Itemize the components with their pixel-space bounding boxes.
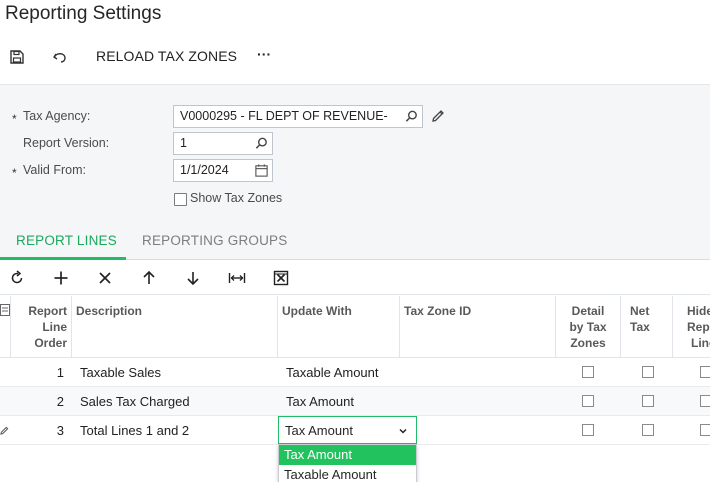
undo-icon[interactable] bbox=[49, 46, 71, 68]
search-icon[interactable] bbox=[404, 109, 419, 124]
report-version-field[interactable]: 1 bbox=[173, 132, 273, 155]
header-text: Line bbox=[691, 336, 710, 350]
header-net-tax[interactable]: Net Tax bbox=[621, 296, 673, 358]
more-menu-button[interactable]: ··· bbox=[257, 46, 271, 62]
update-with-dropdown[interactable]: Tax Amount bbox=[278, 416, 417, 444]
description-cell: Sales Tax Charged bbox=[80, 394, 190, 409]
header-text: Detail bbox=[571, 304, 605, 318]
table-row[interactable]: 1 Taxable Sales Taxable Amount bbox=[0, 358, 710, 387]
tab-reporting-groups[interactable]: REPORTING GROUPS bbox=[142, 233, 287, 248]
file-icon bbox=[0, 304, 10, 316]
grid-toolbar bbox=[0, 261, 710, 295]
delete-icon[interactable] bbox=[95, 268, 115, 288]
line-order-cell: 1 bbox=[56, 365, 64, 380]
add-icon[interactable] bbox=[51, 268, 71, 288]
move-up-icon[interactable] bbox=[139, 268, 159, 288]
line-order-cell: 2 bbox=[56, 394, 64, 409]
header-text: Order bbox=[34, 336, 67, 350]
report-version-label: Report Version: bbox=[23, 136, 110, 150]
header-text: by Tax bbox=[569, 320, 607, 334]
detail-checkbox[interactable] bbox=[582, 395, 594, 407]
report-version-value: 1 bbox=[180, 136, 187, 150]
refresh-icon[interactable] bbox=[7, 268, 27, 288]
header-text: Line bbox=[42, 320, 67, 334]
valid-from-label: Valid From: bbox=[23, 163, 86, 177]
update-with-cell: Taxable Amount bbox=[286, 365, 379, 380]
header-text: Repo bbox=[687, 320, 710, 334]
excel-export-icon[interactable] bbox=[271, 268, 291, 288]
header-hide-report-line[interactable]: Hide Repo Line bbox=[673, 296, 710, 358]
header-text: Net bbox=[630, 304, 650, 318]
calendar-icon[interactable] bbox=[254, 163, 269, 178]
tab-bar: REPORT LINES REPORTING GROUPS bbox=[0, 224, 710, 260]
net-tax-checkbox[interactable] bbox=[642, 395, 654, 407]
net-tax-checkbox[interactable] bbox=[642, 424, 654, 436]
table-row[interactable]: 2 Sales Tax Charged Tax Amount bbox=[0, 387, 710, 416]
dropdown-value: Tax Amount bbox=[285, 423, 353, 438]
summary-form: * Tax Agency: V0000295 - FL DEPT OF REVE… bbox=[0, 84, 710, 224]
valid-from-value: 1/1/2024 bbox=[180, 163, 229, 177]
header-tax-zone-id[interactable]: Tax Zone ID bbox=[400, 296, 556, 358]
hide-line-checkbox[interactable] bbox=[700, 366, 710, 378]
show-tax-zones-label: Show Tax Zones bbox=[190, 191, 283, 205]
net-tax-checkbox[interactable] bbox=[642, 366, 654, 378]
edit-icon[interactable] bbox=[430, 108, 446, 124]
header-update-with[interactable]: Update With bbox=[278, 296, 400, 358]
header-text: Zones bbox=[570, 336, 606, 350]
header-description[interactable]: Description bbox=[72, 296, 278, 358]
reload-tax-zones-button[interactable]: RELOAD TAX ZONES bbox=[96, 48, 237, 64]
search-icon[interactable] bbox=[254, 136, 269, 151]
required-marker: * bbox=[12, 112, 17, 126]
header-text: Description bbox=[76, 304, 143, 318]
detail-checkbox[interactable] bbox=[582, 424, 594, 436]
dropdown-options-list: Tax Amount Taxable Amount bbox=[278, 444, 417, 482]
pencil-icon bbox=[0, 426, 9, 435]
description-cell: Taxable Sales bbox=[80, 365, 161, 380]
required-marker: * bbox=[12, 166, 17, 180]
active-tab-indicator bbox=[0, 257, 126, 260]
dropdown-option-tax-amount[interactable]: Tax Amount bbox=[279, 445, 416, 465]
tab-report-lines[interactable]: REPORT LINES bbox=[16, 233, 117, 248]
hide-line-checkbox[interactable] bbox=[700, 395, 710, 407]
show-tax-zones-checkbox[interactable] bbox=[174, 193, 187, 206]
page-title: Reporting Settings bbox=[5, 3, 162, 24]
header-text: Update With bbox=[282, 304, 352, 318]
header-detail-by-tax-zones[interactable]: Detail by Tax Zones bbox=[556, 296, 621, 358]
detail-checkbox[interactable] bbox=[582, 366, 594, 378]
main-toolbar: RELOAD TAX ZONES ··· bbox=[0, 44, 710, 70]
header-text: Tax Zone ID bbox=[404, 304, 472, 318]
grid-header: Report Line Order Description Update Wit… bbox=[0, 296, 710, 358]
tax-agency-field[interactable]: V0000295 - FL DEPT OF REVENUE- bbox=[173, 105, 423, 128]
tax-agency-label: Tax Agency: bbox=[23, 109, 91, 123]
valid-from-field[interactable]: 1/1/2024 bbox=[173, 159, 273, 182]
tax-agency-value: V0000295 - FL DEPT OF REVENUE- bbox=[180, 109, 388, 123]
hide-line-checkbox[interactable] bbox=[700, 424, 710, 436]
description-cell: Total Lines 1 and 2 bbox=[80, 423, 190, 438]
fit-width-icon[interactable] bbox=[227, 268, 247, 288]
line-order-cell: 3 bbox=[56, 423, 64, 438]
update-with-cell: Tax Amount bbox=[286, 394, 354, 409]
header-text: Tax bbox=[630, 320, 650, 334]
row-selector-header bbox=[0, 296, 11, 358]
save-icon[interactable] bbox=[6, 46, 28, 68]
move-down-icon[interactable] bbox=[183, 268, 203, 288]
header-text: Report bbox=[28, 304, 67, 318]
chevron-down-icon[interactable] bbox=[398, 426, 408, 436]
header-text: Hide bbox=[687, 304, 710, 318]
dropdown-option-taxable-amount[interactable]: Taxable Amount bbox=[279, 465, 416, 482]
header-line-order[interactable]: Report Line Order bbox=[11, 296, 72, 358]
